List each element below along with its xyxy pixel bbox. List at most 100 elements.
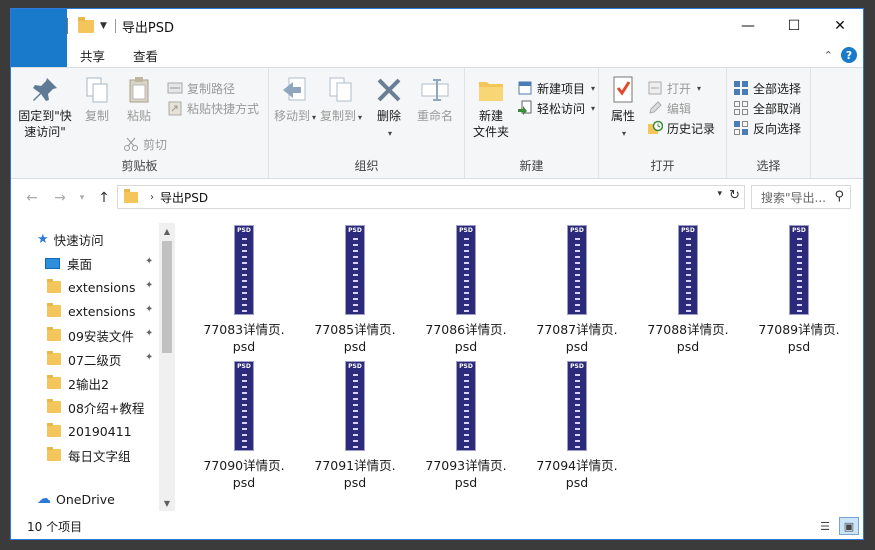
folder-icon	[47, 351, 61, 365]
nav-folder-tutorial[interactable]: 08介绍+教程	[47, 395, 144, 419]
nav-label: 2输出2	[68, 376, 109, 392]
minimize-button[interactable]: —	[725, 9, 771, 43]
select-none-icon	[734, 101, 748, 115]
new-item-button[interactable]: 新建项目 ▾	[517, 78, 595, 98]
file-item[interactable]: PSD 77093详情页. psd	[411, 355, 521, 491]
nav-label: 桌面	[67, 256, 93, 272]
customize-toolbar-icon[interactable]: ▼	[100, 21, 107, 31]
properties-icon	[613, 76, 633, 103]
search-icon[interactable]: ⚲	[834, 189, 844, 204]
pin-icon[interactable]: ✦	[145, 304, 153, 315]
file-item[interactable]: PSD 77094详情页. psd	[522, 355, 632, 491]
pin-icon[interactable]: ✦	[145, 256, 153, 267]
scroll-up-icon[interactable]: ▲	[159, 223, 175, 239]
psd-thumbnail: PSD	[234, 225, 254, 315]
folder-icon	[47, 327, 61, 341]
up-arrow-icon[interactable]: ↑	[93, 190, 115, 206]
scroll-down-icon[interactable]: ▼	[159, 495, 175, 511]
nav-folder-daily-text[interactable]: 每日文字组	[47, 443, 131, 467]
nav-folder-extensions-2[interactable]: extensions ✦	[47, 299, 157, 323]
address-path[interactable]: 导出PSD	[160, 189, 208, 206]
nav-folder-install[interactable]: 09安装文件 ✦	[47, 323, 157, 347]
properties-button[interactable]: 属性 ▾	[603, 74, 643, 142]
new-folder-quick-icon[interactable]	[78, 16, 94, 33]
recent-locations-icon[interactable]: ▾	[71, 193, 93, 203]
collapse-ribbon-icon[interactable]: ⌃	[824, 49, 833, 62]
large-icons-view-icon[interactable]: ▣	[839, 517, 859, 535]
chevron-right-icon[interactable]: ›	[150, 192, 154, 203]
file-item[interactable]: PSD 77086详情页. psd	[411, 219, 521, 355]
file-item[interactable]: PSD 77088详情页. psd	[633, 219, 743, 355]
nav-folder-extensions-1[interactable]: extensions ✦	[47, 275, 157, 299]
new-group: 新建 文件夹 新建项目 ▾ 轻松访问 ▾ 新建	[465, 68, 599, 178]
history-button[interactable]: 历史记录	[647, 118, 715, 138]
pin-icon[interactable]: ✦	[145, 352, 153, 363]
help-icon[interactable]: ?	[841, 47, 857, 63]
nav-label: OneDrive	[56, 491, 115, 507]
paste-label: 粘贴	[126, 109, 151, 123]
move-to-button[interactable]: 移动到 ▾	[273, 74, 317, 126]
nav-label: 20190411	[68, 423, 132, 439]
forward-arrow-icon[interactable]: →	[49, 190, 71, 206]
select-group: 全部选择 全部取消 反向选择 选择	[727, 68, 811, 178]
paste-button[interactable]: 粘贴	[119, 74, 159, 124]
edit-button[interactable]: 编辑	[647, 98, 691, 118]
paste-shortcut-button[interactable]: 粘贴快捷方式	[167, 98, 259, 118]
maximize-button[interactable]: ☐	[771, 9, 817, 43]
nav-desktop[interactable]: 桌面 ✦	[45, 251, 157, 275]
new-item-icon	[518, 81, 532, 95]
new-folder-icon	[479, 82, 503, 101]
copy-button[interactable]: 复制	[77, 74, 117, 124]
file-item[interactable]: PSD 77085详情页. psd	[300, 219, 410, 355]
nav-scrollbar[interactable]: ▲ ▼	[159, 223, 175, 511]
nav-label: 07二级页	[68, 352, 122, 368]
search-input[interactable]: 搜索"导出... ⚲	[751, 185, 851, 209]
nav-quick-access[interactable]: ★ 快速访问	[37, 227, 104, 251]
copy-path-button[interactable]: 复制路径	[167, 78, 235, 98]
copy-to-button[interactable]: 复制到 ▾	[319, 74, 363, 126]
folder-icon	[47, 303, 61, 317]
tab-share[interactable]: 共享	[66, 43, 119, 67]
status-bar: 10 个项目 ☰ ▣	[11, 513, 863, 539]
open-group-label: 打开	[650, 159, 675, 173]
pin-icon	[33, 78, 57, 101]
address-dropdown-icon[interactable]: ▾	[717, 189, 722, 199]
copy-path-icon	[167, 82, 183, 94]
file-item[interactable]: PSD 77091详情页. psd	[300, 355, 410, 491]
nav-folder-date[interactable]: 20190411	[47, 419, 132, 443]
psd-thumbnail: PSD	[567, 361, 587, 451]
tab-file[interactable]: 文件	[11, 9, 67, 67]
new-folder-button[interactable]: 新建 文件夹	[469, 74, 513, 140]
folder-icon	[47, 279, 61, 293]
psd-thumbnail: PSD	[567, 225, 587, 315]
pin-icon[interactable]: ✦	[145, 280, 153, 291]
address-bar[interactable]: › 导出PSD ▾ ↻	[117, 185, 745, 209]
open-button[interactable]: 打开 ▾	[647, 78, 701, 98]
psd-thumbnail: PSD	[345, 361, 365, 451]
invert-selection-button[interactable]: 反向选择	[733, 118, 801, 138]
refresh-icon[interactable]: ↻	[729, 188, 740, 203]
rename-button[interactable]: 重命名	[413, 74, 457, 124]
pin-icon[interactable]: ✦	[145, 328, 153, 339]
tab-view[interactable]: 查看	[119, 43, 172, 67]
close-button[interactable]: ✕	[817, 9, 863, 43]
file-item[interactable]: PSD 77087详情页. psd	[522, 219, 632, 355]
select-none-button[interactable]: 全部取消	[733, 98, 801, 118]
easy-access-button[interactable]: 轻松访问 ▾	[517, 98, 595, 118]
file-item[interactable]: PSD 77089详情页. psd	[744, 219, 854, 355]
delete-button[interactable]: 删除 ▾	[367, 74, 411, 142]
scroll-thumb[interactable]	[162, 241, 172, 353]
file-item[interactable]: PSD 77083详情页. psd	[189, 219, 299, 355]
nav-folder-output2[interactable]: 2输出2	[47, 371, 109, 395]
pin-quick-access-button[interactable]: 固定到"快 速访问"	[17, 74, 73, 140]
file-item[interactable]: PSD 77090详情页. psd	[189, 355, 299, 491]
details-view-icon[interactable]: ☰	[815, 517, 835, 535]
back-arrow-icon[interactable]: ←	[21, 190, 43, 206]
nav-onedrive[interactable]: ☁ OneDrive	[37, 487, 115, 511]
window-title: 导出PSD	[121, 20, 175, 36]
select-all-button[interactable]: 全部选择	[733, 78, 801, 98]
cut-button[interactable]: 剪切	[123, 134, 167, 154]
nav-folder-secondary[interactable]: 07二级页 ✦	[47, 347, 157, 371]
psd-thumbnail: PSD	[456, 225, 476, 315]
edit-pencil-icon	[649, 101, 662, 114]
